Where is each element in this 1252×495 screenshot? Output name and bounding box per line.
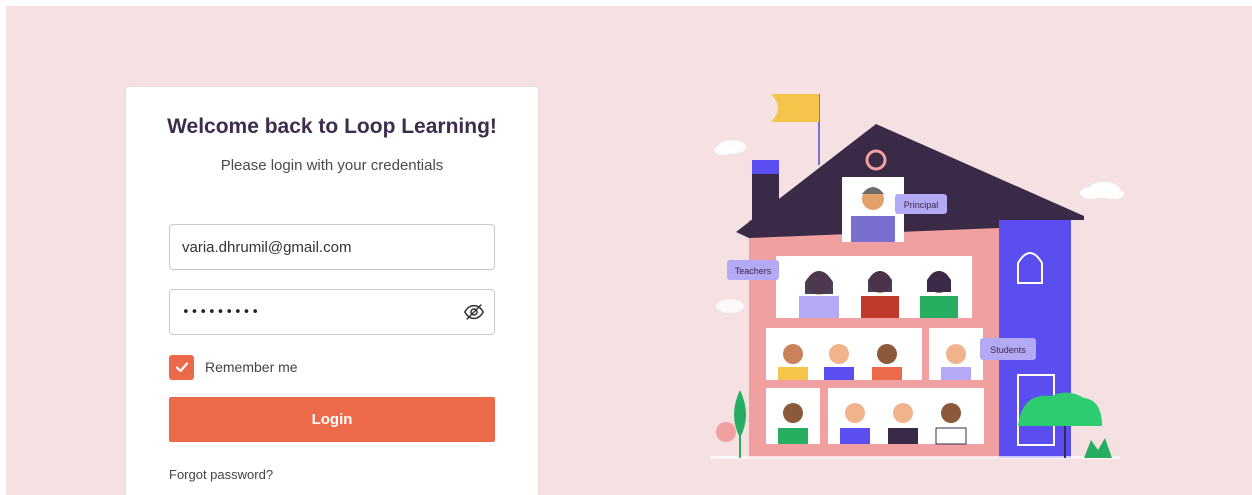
plant-icon [716, 390, 746, 458]
students-label: Students [990, 345, 1026, 355]
check-icon [175, 362, 188, 373]
login-title: Welcome back to Loop Learning! [167, 115, 497, 138]
email-field-container [169, 224, 495, 270]
forgot-password-link[interactable]: Forgot password? [169, 467, 273, 482]
remember-me-label: Remember me [205, 359, 298, 375]
cloud-icon [714, 140, 746, 155]
remember-me-checkbox[interactable] [169, 354, 194, 380]
principal-label: Principal [904, 200, 939, 210]
cloud-icon [1080, 182, 1124, 199]
login-button[interactable]: Login [169, 397, 495, 442]
school-house-illustration: Principal Teachers Students [710, 94, 1124, 459]
email-field[interactable] [182, 225, 452, 269]
teachers-label: Teachers [735, 266, 772, 276]
login-card: Welcome back to Loop Learning! Please lo… [126, 87, 538, 495]
password-field-container: ••••••••• [169, 289, 495, 335]
remember-me-row: Remember me [169, 354, 298, 380]
flag-icon [771, 94, 819, 122]
eye-slash-icon[interactable] [462, 300, 486, 324]
cloud-icon [716, 299, 744, 313]
password-field[interactable]: ••••••••• [182, 290, 260, 334]
login-subtitle: Please login with your credentials [220, 157, 444, 174]
